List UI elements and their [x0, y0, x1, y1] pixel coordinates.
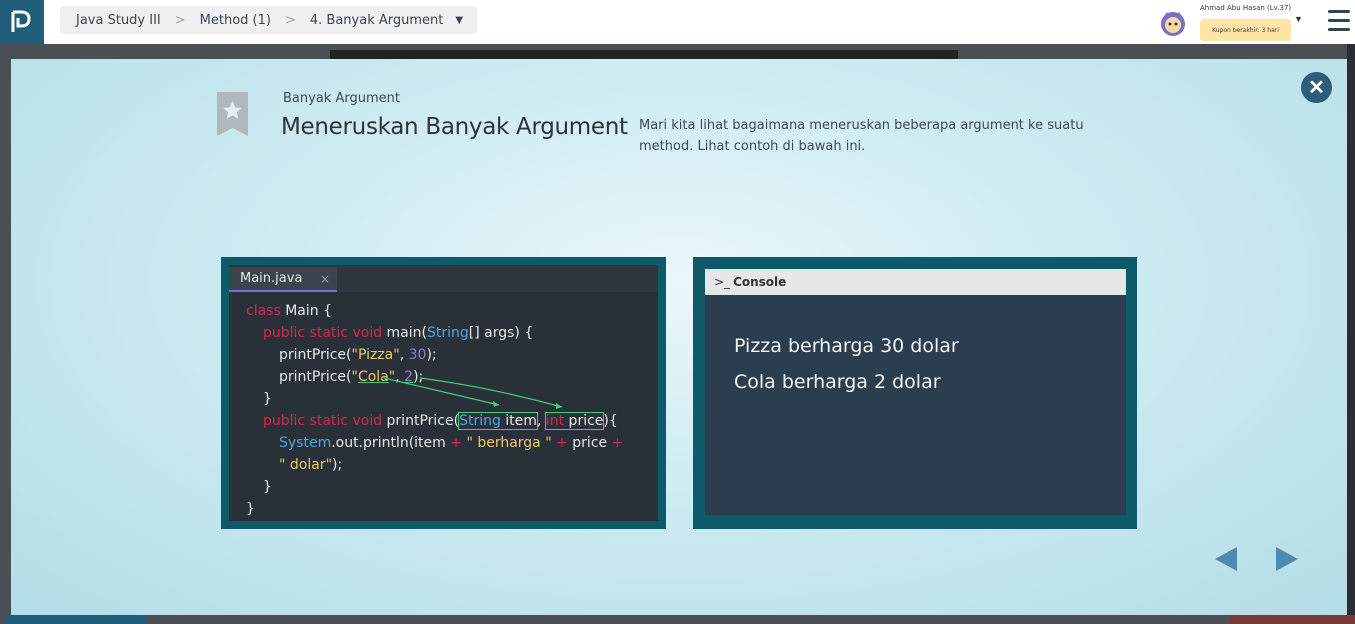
console-output-line: Pizza berharga 30 dolar	[734, 335, 959, 357]
avatar[interactable]	[1158, 8, 1188, 38]
logo[interactable]	[0, 0, 44, 44]
background-content	[1230, 615, 1355, 624]
breadcrumb: Java Study III > Method (1) > 4. Banyak …	[60, 6, 478, 34]
breadcrumb-lesson[interactable]: 4. Banyak Argument	[310, 13, 443, 28]
user-name[interactable]: Ahmad Abu Hasan (Lv.37)	[1200, 4, 1291, 12]
triangle-right-icon[interactable]	[1274, 546, 1300, 572]
chevron-down-icon[interactable]: ▼	[1294, 14, 1303, 24]
code-editor: Main.java × class Main { public static v…	[229, 265, 658, 521]
coupon-badge: Kupon berakhir: 3 hari	[1200, 19, 1291, 41]
code-panel: Main.java × class Main { public static v…	[221, 257, 666, 529]
star-bookmark-icon	[217, 92, 248, 136]
breadcrumb-course[interactable]: Java Study III	[76, 13, 161, 28]
slide-modal: ✕ Banyak Argument Meneruskan Banyak Argu…	[11, 59, 1347, 615]
logo-icon	[11, 10, 31, 32]
menu-icon[interactable]	[1328, 10, 1350, 32]
chevron-right-icon: >	[284, 12, 296, 28]
chevron-right-icon: >	[174, 12, 186, 28]
slide-description: Mari kita lihat bagaimana meneruskan beb…	[639, 118, 1084, 154]
slide-title: Meneruskan Banyak Argument	[281, 114, 628, 140]
argument-flow-arrows	[383, 377, 563, 409]
slide-subtitle: Banyak Argument	[283, 91, 400, 106]
chevron-down-icon[interactable]: ▼	[455, 15, 463, 26]
top-bar: Java Study III > Method (1) > 4. Banyak …	[0, 0, 1355, 44]
close-icon[interactable]: ✕	[1301, 72, 1332, 103]
triangle-left-icon[interactable]	[1213, 546, 1239, 572]
console-panel: >_ Console Pizza berharga 30 dolar Cola b…	[693, 257, 1137, 529]
console: >_ Console Pizza berharga 30 dolar Cola b…	[705, 269, 1126, 515]
breadcrumb-chapter[interactable]: Method (1)	[200, 13, 271, 28]
background-content	[6, 615, 146, 624]
console-title: Console	[733, 275, 787, 289]
terminal-icon: >_	[714, 275, 731, 289]
console-output-line: Cola berharga 2 dolar	[734, 371, 941, 393]
console-header: >_ Console	[705, 269, 1126, 295]
background-content	[1347, 44, 1355, 624]
